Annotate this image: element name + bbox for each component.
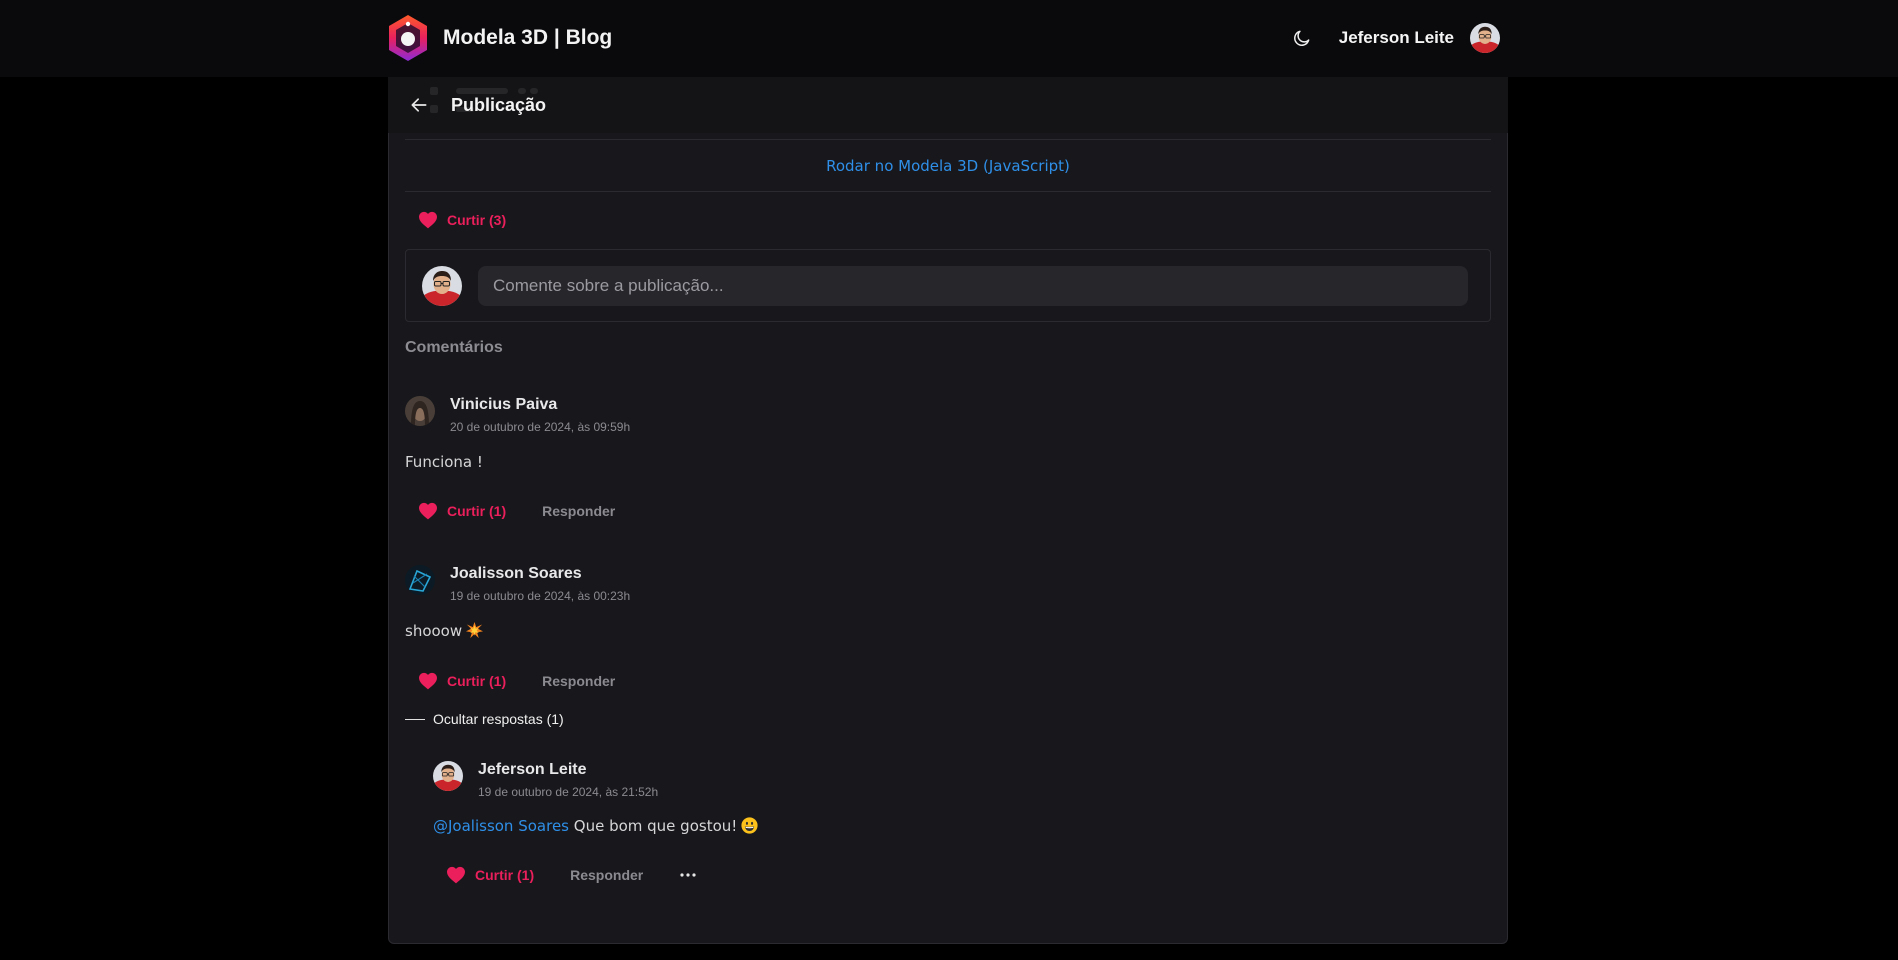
reply-text-block: @Joalisson Soares Que bom que gostou! <box>433 817 758 835</box>
header-actions: Jeferson Leite <box>1289 23 1500 53</box>
comment-author-avatar[interactable] <box>405 396 435 426</box>
theme-toggle-button[interactable] <box>1289 25 1315 51</box>
comment-date: 20 de outubro de 2024, às 09:59h <box>450 420 631 434</box>
hide-replies-toggle[interactable]: Ocultar respostas (1) <box>405 711 564 727</box>
reply-actions: Curtir (1) Responder <box>446 866 697 884</box>
comment-date: 19 de outubro de 2024, às 00:23h <box>450 589 631 603</box>
moon-icon <box>1293 30 1310 46</box>
comment-text-block: shooow <box>405 622 484 640</box>
reply-author-avatar[interactable] <box>433 761 463 791</box>
app-title: Modela 3D | Blog <box>443 26 613 49</box>
comment-author-name[interactable]: Joalisson Soares <box>450 565 630 583</box>
modela-3d-logo <box>389 15 427 61</box>
comment-author-name[interactable]: Vinicius Paiva <box>450 396 630 414</box>
reply-reply-button[interactable]: Responder <box>570 867 643 883</box>
reply-like-label: Curtir (1) <box>475 867 535 883</box>
toggle-line <box>405 718 425 720</box>
heart-icon <box>419 502 437 520</box>
run-in-modela-link[interactable]: Rodar no Modela 3D (JavaScript) <box>826 157 1070 175</box>
comment-meta: Joalisson Soares 19 de outubro de 2024, … <box>450 565 630 603</box>
comment-input[interactable] <box>478 265 1468 306</box>
reply-meta: Jeferson Leite 19 de outubro de 2024, às… <box>478 761 658 799</box>
comment-text: shooow <box>405 622 463 640</box>
comment-box <box>405 249 1491 322</box>
commenter-avatar <box>422 265 462 306</box>
comment-like-button[interactable]: Curtir (1) <box>418 672 506 690</box>
post-like-button[interactable]: Curtir (3) <box>418 211 506 229</box>
more-horizontal-icon <box>680 873 696 877</box>
run-row: Rodar no Modela 3D (JavaScript) <box>405 139 1491 192</box>
comment-meta: Vinicius Paiva 20 de outubro de 2024, às… <box>450 396 630 434</box>
post-like-label: Curtir (3) <box>447 212 507 228</box>
top-bar: Modela 3D | Blog Jeferson Leite <box>0 0 1898 77</box>
arrow-left-icon <box>411 98 427 112</box>
comment-like-label: Curtir (1) <box>447 673 507 689</box>
more-options-button[interactable] <box>679 866 697 884</box>
heart-icon <box>447 866 465 884</box>
comment-author-avatar[interactable] <box>405 565 435 595</box>
page-title: Publicação <box>451 94 547 115</box>
heart-icon <box>419 672 437 690</box>
comment-header: Joalisson Soares 19 de outubro de 2024, … <box>405 565 630 603</box>
comment-header: Vinicius Paiva 20 de outubro de 2024, às… <box>405 396 630 434</box>
reply-text: Que bom que gostou! <box>573 817 738 835</box>
comment-like-label: Curtir (1) <box>447 503 507 519</box>
reply-author-name[interactable]: Jeferson Leite <box>478 761 658 779</box>
reply-header: Jeferson Leite 19 de outubro de 2024, às… <box>433 761 658 799</box>
grinning-face-emoji-icon <box>741 817 758 834</box>
comment-text: Funciona ! <box>405 453 483 471</box>
user-name[interactable]: Jeferson Leite <box>1339 28 1454 48</box>
comment-like-button[interactable]: Curtir (1) <box>418 502 506 520</box>
reply-mention-link[interactable]: @Joalisson Soares <box>433 817 569 835</box>
collision-emoji-icon <box>466 622 484 639</box>
comment-actions: Curtir (1) Responder <box>418 502 615 520</box>
heart-icon <box>419 211 437 229</box>
comment-actions: Curtir (1) Responder <box>418 672 615 690</box>
reply-date: 19 de outubro de 2024, às 21:52h <box>478 785 659 799</box>
hide-replies-label: Ocultar respostas (1) <box>433 711 564 727</box>
page-subheader: Publicação <box>388 77 1508 133</box>
reply-like-button[interactable]: Curtir (1) <box>446 866 534 884</box>
brand[interactable]: Modela 3D | Blog <box>387 14 612 62</box>
user-avatar[interactable] <box>1470 23 1500 53</box>
comment-reply-button[interactable]: Responder <box>542 503 615 519</box>
comment-reply-button[interactable]: Responder <box>542 673 615 689</box>
back-button[interactable] <box>405 91 433 119</box>
comments-title: Comentários <box>405 339 503 356</box>
